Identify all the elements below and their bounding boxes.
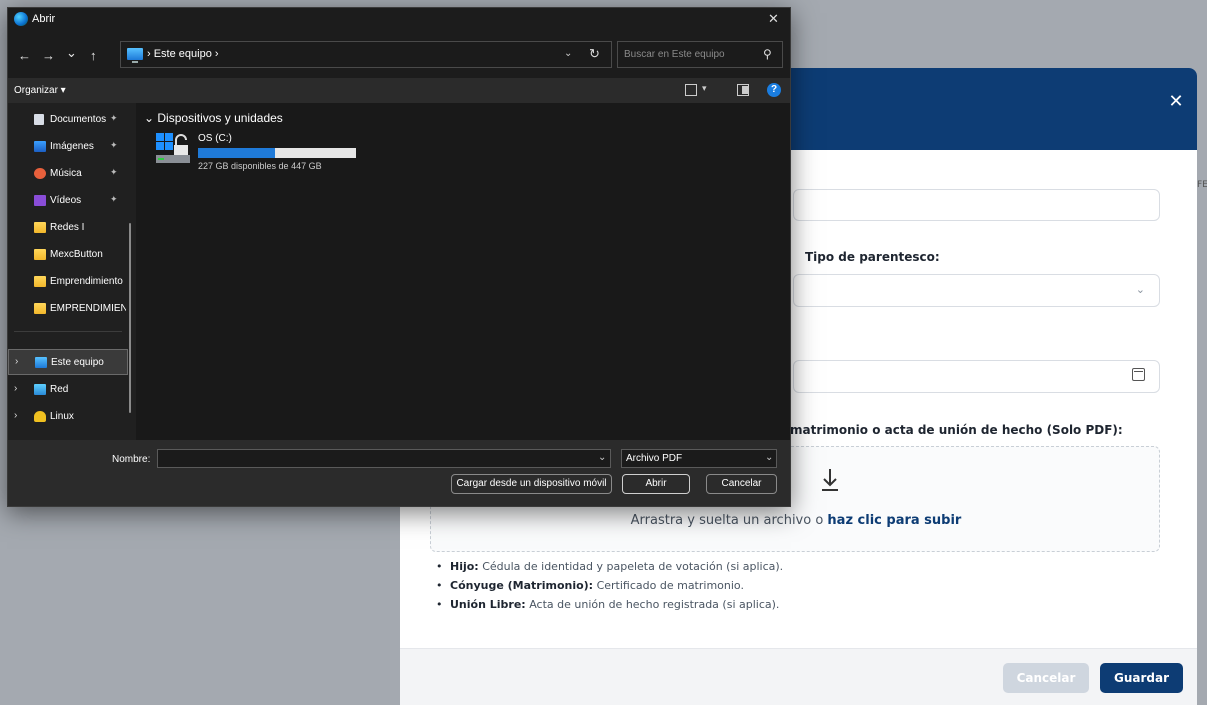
sidebar-item-musica[interactable]: Música ✦: [8, 161, 128, 187]
background-fragment-text: FE: [1197, 180, 1207, 190]
filename-input[interactable]: [157, 449, 611, 468]
save-button[interactable]: Guardar: [1100, 663, 1183, 693]
close-icon[interactable]: ✕: [768, 11, 779, 27]
text-field[interactable]: [793, 189, 1160, 221]
calendar-icon[interactable]: [1132, 368, 1145, 381]
navigation-bar: ← → ⌄ ↑ › Este equipo › ⌄ ↻ Buscar en Es…: [8, 32, 790, 78]
file-list-pane: ⌄ Dispositivos y unidades OS (C:) 227 GB…: [136, 103, 790, 440]
music-icon: [34, 168, 46, 179]
computer-icon: [35, 357, 47, 368]
pin-icon: ✦: [110, 113, 118, 123]
search-placeholder: Buscar en Este equipo: [624, 49, 725, 60]
dialog-cancel-button[interactable]: Cancelar: [706, 474, 777, 494]
document-notes: Hijo: Cédula de identidad y papeleta de …: [436, 560, 783, 617]
search-input[interactable]: Buscar en Este equipo ⚲: [617, 41, 783, 68]
up-icon[interactable]: ↑: [90, 48, 97, 63]
drive-info: 227 GB disponibles de 447 GB: [198, 161, 322, 171]
divider: [14, 331, 122, 332]
refresh-icon[interactable]: ↻: [589, 46, 600, 62]
address-bar[interactable]: › Este equipo › ⌄ ↻: [120, 41, 612, 68]
address-path[interactable]: › Este equipo ›: [147, 48, 219, 60]
sidebar-item-linux[interactable]: › Linux: [8, 404, 128, 430]
group-header[interactable]: ⌄ Dispositivos y unidades: [144, 111, 283, 125]
file-type-select[interactable]: Archivo PDF ⌄: [621, 449, 777, 468]
scrollbar[interactable]: [129, 223, 131, 413]
view-options-icon[interactable]: [685, 84, 697, 96]
chevron-down-icon[interactable]: ⌄: [598, 452, 606, 463]
chevron-down-icon: ⌄: [1135, 283, 1145, 296]
kinship-select[interactable]: ⌄: [793, 274, 1160, 307]
dialog-titlebar: Abrir ✕: [8, 8, 790, 32]
sidebar-item-documentos[interactable]: Documentos ✦: [8, 107, 128, 133]
sidebar-item-folder[interactable]: Emprendimiento: [8, 269, 128, 295]
sidebar-item-videos[interactable]: Vídeos ✦: [8, 188, 128, 214]
list-item: Hijo: Cédula de identidad y papeleta de …: [436, 560, 783, 573]
chevron-down-icon[interactable]: ⌄: [564, 48, 572, 59]
dropzone-text: Arrastra y suelta un archivo o haz clic …: [630, 513, 962, 528]
cancel-button[interactable]: Cancelar: [1003, 663, 1089, 693]
open-file-dialog: Abrir ✕ ← → ⌄ ↑ › Este equipo › ⌄ ↻ Busc…: [7, 7, 791, 507]
load-from-mobile-button[interactable]: Cargar desde un dispositivo móvil: [451, 474, 612, 494]
document-label: matrimonio o acta de unión de hecho (Sol…: [790, 423, 1123, 437]
modal-close-icon[interactable]: ✕: [1164, 90, 1188, 114]
computer-icon: [127, 48, 143, 63]
drive-usage-bar: [198, 148, 356, 158]
modal-footer: Cancelar Guardar: [400, 648, 1197, 705]
folder-icon: [34, 303, 46, 314]
document-icon: [34, 114, 44, 125]
drive-icon: [156, 133, 190, 163]
list-item: Unión Libre: Acta de unión de hecho regi…: [436, 598, 783, 611]
chevron-down-icon: ⌄: [765, 452, 774, 463]
drive-name: OS (C:): [198, 133, 232, 144]
recent-locations-icon[interactable]: ⌄: [66, 45, 77, 61]
sidebar-item-imagenes[interactable]: Imágenes ✦: [8, 134, 128, 160]
file-type-value: Archivo PDF: [626, 453, 683, 464]
dialog-toolbar: Organizar ▾ ▾ ?: [8, 78, 790, 103]
edge-icon: [14, 12, 28, 26]
help-icon[interactable]: ?: [767, 83, 781, 97]
dialog-title: Abrir: [32, 13, 56, 25]
upload-link[interactable]: haz clic para subir: [827, 513, 961, 528]
network-icon: [34, 384, 46, 395]
chevron-right-icon[interactable]: ›: [14, 383, 17, 394]
sidebar-item-folder[interactable]: MexcButton: [8, 242, 128, 268]
filename-label: Nombre:: [112, 454, 151, 465]
folder-icon: [34, 249, 46, 260]
folder-icon: [34, 222, 46, 233]
pin-icon: ✦: [110, 140, 118, 150]
forward-icon[interactable]: →: [42, 48, 55, 63]
sidebar-item-este-equipo[interactable]: › Este equipo: [8, 349, 128, 375]
navigation-pane: Documentos ✦ Imágenes ✦ Música ✦ Vídeos …: [8, 103, 136, 440]
pin-icon: ✦: [110, 167, 118, 177]
chevron-right-icon[interactable]: ›: [14, 410, 17, 421]
chevron-down-icon[interactable]: ▾: [702, 83, 707, 94]
organize-menu[interactable]: Organizar ▾: [14, 85, 66, 96]
drive-usage-fill: [198, 148, 276, 158]
date-field[interactable]: [793, 360, 1160, 393]
list-item: Cónyuge (Matrimonio): Certificado de mat…: [436, 579, 783, 592]
sidebar-item-red[interactable]: › Red: [8, 377, 128, 403]
open-button[interactable]: Abrir: [622, 474, 690, 494]
videos-icon: [34, 195, 46, 206]
dialog-bottom-bar: Nombre: ⌄ Archivo PDF ⌄ Cargar desde un …: [8, 440, 790, 506]
back-icon[interactable]: ←: [18, 48, 31, 63]
sidebar-item-folder[interactable]: Redes I: [8, 215, 128, 241]
search-icon[interactable]: ⚲: [763, 47, 772, 61]
linux-icon: [34, 411, 46, 422]
sidebar-item-folder[interactable]: EMPRENDIMIENTO: [8, 296, 128, 322]
preview-pane-icon[interactable]: [737, 84, 749, 96]
chevron-right-icon[interactable]: ›: [15, 356, 18, 367]
pin-icon: ✦: [110, 194, 118, 204]
folder-icon: [34, 276, 46, 287]
pictures-icon: [34, 141, 46, 152]
kinship-label: Tipo de parentesco:: [805, 250, 940, 264]
download-icon: [822, 469, 838, 491]
